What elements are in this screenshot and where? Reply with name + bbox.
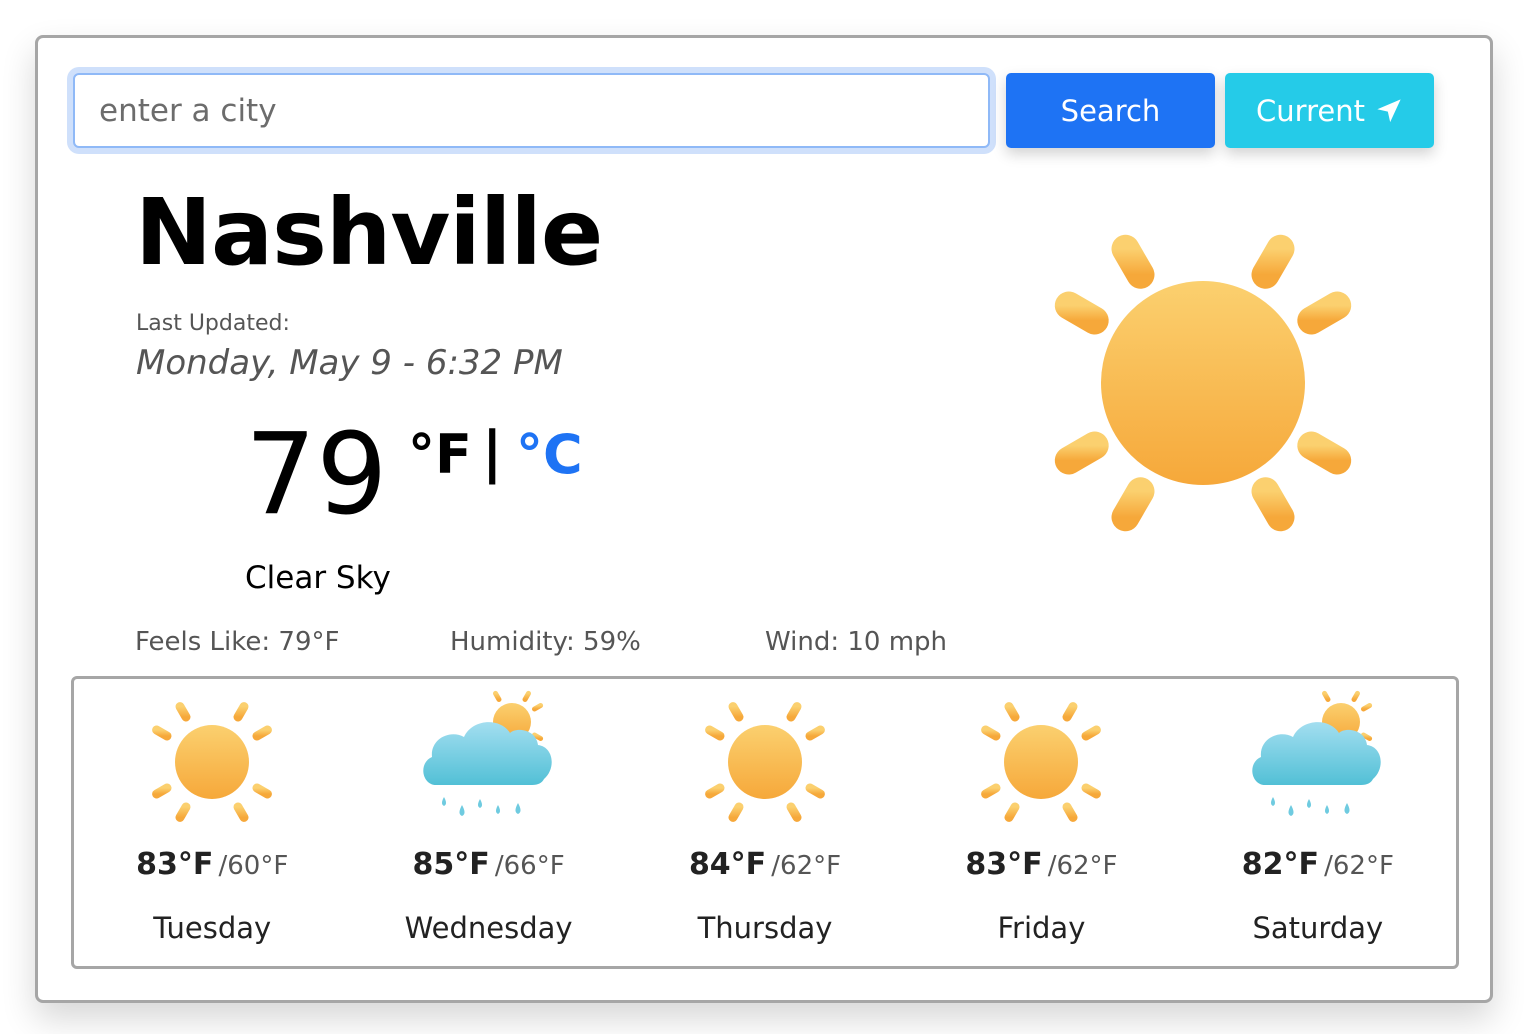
forecast-min: /66°F bbox=[494, 851, 565, 881]
forecast-day: 83°F /60°F Tuesday bbox=[74, 679, 350, 966]
wind: Wind: 10 mph bbox=[765, 627, 948, 657]
forecast-day-name: Thursday bbox=[697, 911, 833, 945]
location-arrow-icon bbox=[1377, 98, 1401, 122]
forecast-day-name: Wednesday bbox=[404, 911, 573, 945]
unit-separator: | bbox=[482, 420, 503, 485]
sun-icon bbox=[972, 693, 1110, 831]
sun-cloud-rain-icon bbox=[1252, 687, 1381, 816]
forecast-max: 85°F bbox=[412, 847, 490, 882]
forecast-max: 82°F bbox=[1241, 847, 1319, 882]
sun-icon bbox=[1003, 188, 1403, 578]
last-updated-label: Last Updated: bbox=[136, 311, 290, 336]
search-button-label: Search bbox=[1060, 93, 1161, 128]
forecast-panel: 83°F /60°F Tuesday 85°F /66°F Wednesday … bbox=[71, 676, 1459, 969]
humidity: Humidity: 59% bbox=[450, 627, 641, 657]
forecast-min: /62°F bbox=[1324, 851, 1394, 881]
current-button-label: Current bbox=[1256, 93, 1365, 128]
forecast-day-name: Tuesday bbox=[153, 911, 272, 945]
last-updated-date: Monday, May 9 - 6:32 PM bbox=[136, 343, 563, 383]
forecast-min: /62°F bbox=[771, 851, 842, 881]
current-location-button[interactable]: Current bbox=[1225, 73, 1434, 148]
forecast-max: 83°F bbox=[136, 847, 214, 882]
forecast-day: 83°F /62°F Friday bbox=[903, 679, 1179, 966]
forecast-day-name: Friday bbox=[997, 911, 1086, 945]
forecast-temps: 83°F /60°F bbox=[74, 847, 350, 882]
weather-description: Clear Sky bbox=[245, 560, 391, 596]
forecast-day: 82°F /62°F Saturday bbox=[1180, 679, 1456, 966]
celsius-link[interactable]: °C bbox=[516, 423, 583, 486]
forecast-day: 84°F /62°F Thursday bbox=[627, 679, 903, 966]
sun-icon bbox=[143, 693, 281, 831]
forecast-min: /60°F bbox=[218, 851, 289, 881]
forecast-day: 85°F /66°F Wednesday bbox=[350, 679, 626, 966]
sun-icon bbox=[696, 693, 834, 831]
feels-like: Feels Like: 79°F bbox=[135, 627, 340, 657]
forecast-min: /62°F bbox=[1047, 851, 1118, 881]
current-temperature: 79 bbox=[245, 410, 388, 540]
forecast-max: 84°F bbox=[688, 847, 767, 882]
search-input[interactable] bbox=[73, 73, 990, 148]
weather-app: Search Current Nashville Last Updated: M… bbox=[35, 35, 1493, 1003]
forecast-temps: 83°F /62°F bbox=[903, 847, 1179, 882]
sun-cloud-rain-icon bbox=[422, 687, 552, 816]
forecast-temps: 82°F /62°F bbox=[1180, 847, 1456, 882]
forecast-temps: 84°F /62°F bbox=[627, 847, 903, 882]
forecast-day-name: Saturday bbox=[1252, 911, 1384, 945]
search-button[interactable]: Search bbox=[1006, 73, 1215, 148]
forecast-max: 83°F bbox=[965, 847, 1043, 882]
city-name: Nashville bbox=[135, 179, 603, 286]
forecast-temps: 85°F /66°F bbox=[350, 847, 626, 882]
fahrenheit-link[interactable]: °F bbox=[408, 423, 472, 486]
